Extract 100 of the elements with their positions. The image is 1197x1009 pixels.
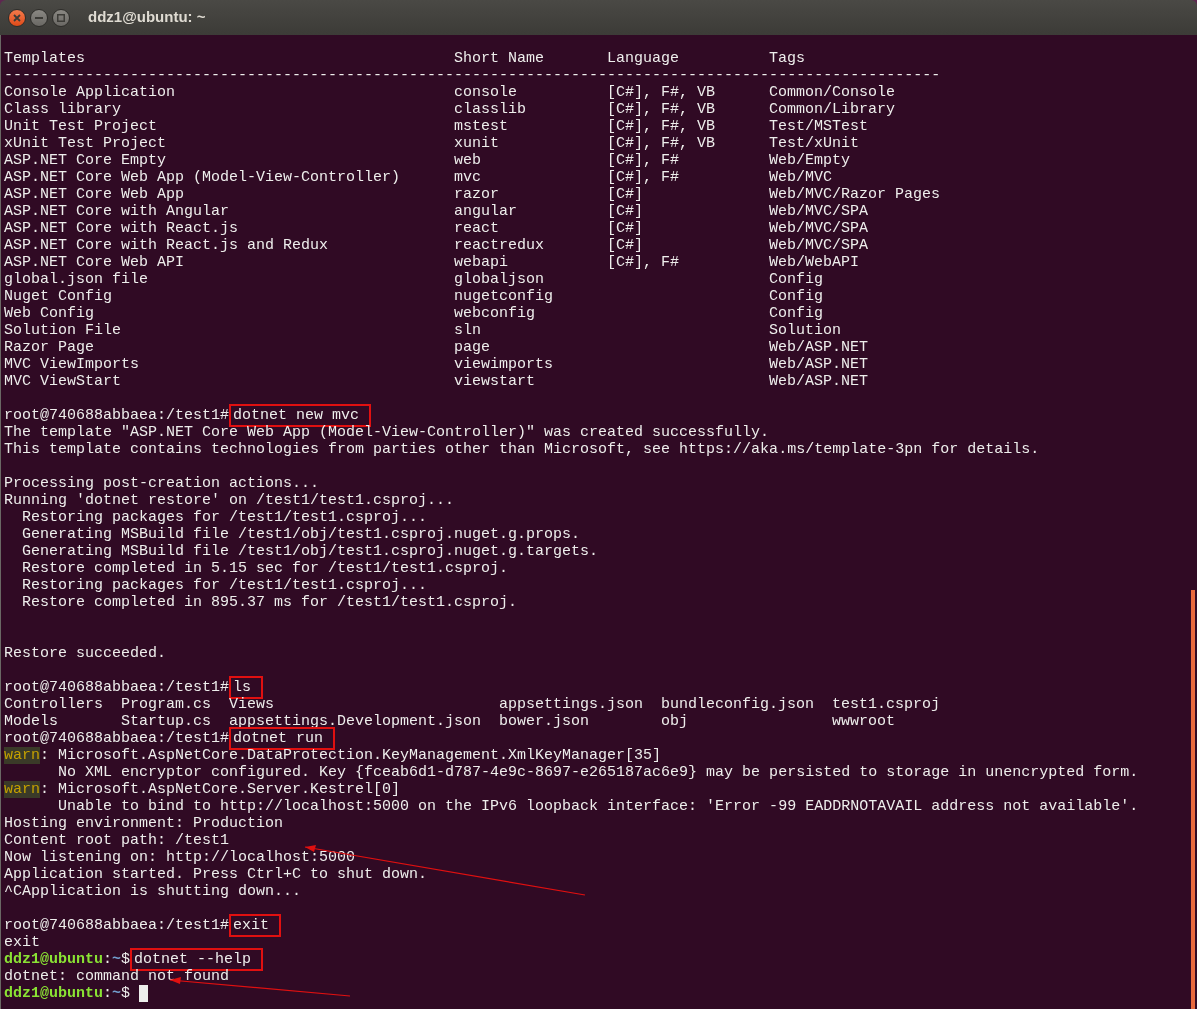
table-cell-text: [C#]: [607, 220, 645, 237]
table-cell-text: Common/Console: [769, 84, 897, 101]
output-line: Now listening on: http://localhost:5000: [4, 849, 356, 866]
file-name: appsettings.Development.json: [229, 713, 483, 730]
prompt-separator: :: [103, 985, 113, 1002]
maximize-button[interactable]: [52, 8, 70, 27]
file-name: Controllers: [4, 696, 105, 713]
output-line: Restore completed in 5.15 sec for /test1/test1.csproj.: [21, 560, 509, 577]
table-cell-text: ASP.NET Core Web API: [4, 254, 186, 271]
table-cell-text: [C#], F#: [607, 152, 681, 169]
file-name: bundleconfig.json: [661, 696, 816, 713]
prompt-user: ddz1@ubuntu: [4, 951, 104, 968]
output-line: Application started. Press Ctrl+C to shut down.: [4, 866, 428, 883]
table-cell-text: ASP.NET Core with React.js and Redux: [4, 237, 330, 254]
file-name: Views: [229, 696, 276, 713]
column-header: Short Name: [454, 50, 546, 67]
table-cell-text: ASP.NET Core Empty: [4, 152, 168, 169]
table-cell-text: MVC ViewStart: [4, 373, 123, 390]
table-cell-text: page: [454, 339, 492, 356]
output-line: Restore succeeded.: [4, 645, 167, 662]
table-cell-text: Config: [769, 305, 825, 322]
table-cell-text: Common/Library: [769, 101, 897, 118]
table-cell-text: Test/MSTest: [769, 118, 870, 135]
table-cell-text: [C#], F#, VB: [607, 84, 717, 101]
table-cell-text: Solution: [769, 322, 843, 339]
output-line: Unable to bind to http://localhost:5000 on the IPv6 loopback interface: 'Error -99 EADDRNOTAVAIL address not available'.: [57, 798, 1139, 815]
scrollbar-thumb[interactable]: [1191, 590, 1195, 1009]
output-line: The template "ASP.NET Core Web App (Model-View-Controller)" was created successfully.: [4, 424, 770, 441]
table-cell-text: Web/WebAPI: [769, 254, 861, 271]
prompt-user: ddz1@ubuntu: [4, 985, 104, 1002]
table-cell-text: react: [454, 220, 501, 237]
table-cell-text: Web/ASP.NET: [769, 373, 870, 390]
table-cell-text: Config: [769, 288, 825, 305]
table-cell-text: Test/xUnit: [769, 135, 861, 152]
table-cell-text: Unit Test Project: [4, 118, 159, 135]
table-cell-text: MVC ViewImports: [4, 356, 141, 373]
table-cell-text: xUnit Test Project: [4, 135, 168, 152]
output-line: Generating MSBuild file /test1/obj/test1.csproj.nuget.g.props.: [21, 526, 581, 543]
table-cell-text: ASP.NET Core Web App: [4, 186, 186, 203]
table-cell-text: angular: [454, 203, 519, 220]
table-separator: --------------------------------------------------------------------------------------------------------: [4, 67, 941, 84]
table-cell-text: Config: [769, 271, 825, 288]
table-cell-text: razor: [454, 186, 501, 203]
minimize-icon: [35, 16, 43, 19]
table-cell-text: reactredux: [454, 237, 546, 254]
warn-label: warn: [4, 781, 40, 798]
close-button[interactable]: [8, 8, 26, 27]
file-name: Startup.cs: [121, 713, 213, 730]
output-line: Content root path: /test1: [4, 832, 230, 849]
table-cell-text: [C#], F#: [607, 169, 681, 186]
table-cell-text: nugetconfig: [454, 288, 555, 305]
table-cell-text: console: [454, 84, 519, 101]
highlighted-command: dotnet run: [229, 727, 336, 750]
table-cell-text: ASP.NET Core with React.js: [4, 220, 240, 237]
output-line: Processing post-creation actions...: [4, 475, 320, 492]
output-line: Generating MSBuild file /test1/obj/test1.csproj.nuget.g.targets.: [21, 543, 599, 560]
output-line: This template contains technologies from parties other than Microsoft, see https://aka.ms/template-3pn for details.: [4, 441, 1040, 458]
table-cell-text: [C#]: [607, 186, 645, 203]
shell-prompt: root@740688abbaea:/test1#: [4, 730, 230, 747]
output-line: Restoring packages for /test1/test1.csproj...: [21, 577, 428, 594]
table-cell-text: Web/MVC/Razor Pages: [769, 186, 942, 203]
column-header: Templates: [4, 50, 86, 67]
prompt-symbol: $: [121, 985, 131, 1002]
table-cell-text: xunit: [454, 135, 501, 152]
table-cell-text: web: [454, 152, 483, 169]
shell-prompt: root@740688abbaea:/test1#: [4, 679, 230, 696]
table-cell-text: webconfig: [454, 305, 537, 322]
table-cell-text: [C#]: [607, 203, 645, 220]
table-cell-text: Web/MVC/SPA: [769, 203, 870, 220]
column-header: Language: [607, 50, 681, 67]
table-cell-text: [C#]: [607, 237, 645, 254]
file-name: wwwroot: [832, 713, 897, 730]
file-name: test1.csproj: [832, 696, 942, 713]
table-cell-text: Nuget Config: [4, 288, 114, 305]
column-header: Tags: [769, 50, 807, 67]
output-line: Restore completed in 895.37 ms for /test1/test1.csproj.: [21, 594, 518, 611]
table-cell-text: mvc: [454, 169, 483, 186]
prompt-separator: :: [103, 951, 113, 968]
table-cell-text: Web/Empty: [769, 152, 852, 169]
prompt-path: ~: [112, 985, 122, 1002]
file-name: bower.json: [499, 713, 591, 730]
table-cell-text: mstest: [454, 118, 510, 135]
close-icon: [13, 13, 21, 22]
output-line: Restoring packages for /test1/test1.csproj...: [21, 509, 428, 526]
prompt-symbol: $: [121, 951, 131, 968]
table-cell-text: viewimports: [454, 356, 555, 373]
table-cell-text: webapi: [454, 254, 510, 271]
table-cell-text: Console Application: [4, 84, 177, 101]
window-title: ddz1@ubuntu: ~: [88, 7, 206, 28]
table-cell-text: Web Config: [4, 305, 95, 322]
file-name: obj: [661, 713, 690, 730]
table-cell-text: Web/MVC: [769, 169, 834, 186]
table-cell-text: ASP.NET Core Web App (Model-View-Controller): [4, 169, 402, 186]
table-cell-text: sln: [454, 322, 483, 339]
table-cell-text: Web/MVC/SPA: [769, 220, 870, 237]
table-cell-text: Web/ASP.NET: [769, 339, 870, 356]
table-cell-text: [C#], F#, VB: [607, 135, 717, 152]
table-cell-text: viewstart: [454, 373, 537, 390]
table-cell-text: Solution File: [4, 322, 123, 339]
minimize-button[interactable]: [30, 8, 48, 27]
